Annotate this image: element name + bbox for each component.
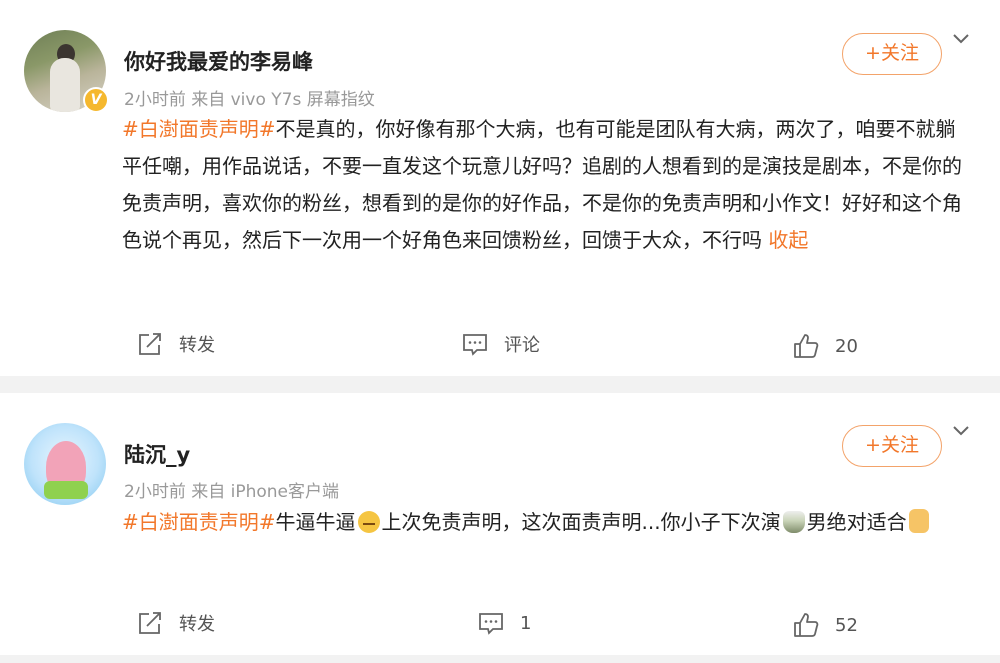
comment-icon <box>463 334 487 356</box>
chevron-down-icon[interactable] <box>950 420 972 442</box>
hashtag-link[interactable]: #白澍面责声明# <box>122 117 276 141</box>
smirk-emoji <box>357 511 380 533</box>
post-separator <box>0 655 1000 663</box>
post-separator <box>0 376 1000 393</box>
comment-icon <box>479 613 503 635</box>
repost-icon <box>139 612 161 634</box>
username[interactable]: 你好我最爱的李易峰 <box>124 46 313 76</box>
chevron-down-icon[interactable] <box>950 28 972 50</box>
like-button[interactable]: 20 <box>793 333 858 359</box>
comment-count: 1 <box>520 612 532 634</box>
post-meta: 2小时前 来自 vivo Y7s 屏幕指纹 <box>124 90 375 110</box>
avatar-figure <box>50 58 80 112</box>
post-text: #白澍面责声明#不是真的，你好像有那个大病，也有可能是团队有大病，两次了，咱要不… <box>122 111 972 259</box>
like-count: 20 <box>835 335 858 357</box>
collapse-link[interactable]: 收起 <box>768 228 808 252</box>
repost-button[interactable]: 转发 <box>137 610 215 636</box>
post-text: #白澍面责声明#牛逼牛逼 上次免责声明，这次面责声明...你小子下次演 男绝对适合 <box>122 504 972 541</box>
comment-button[interactable]: 评论 <box>462 331 540 357</box>
repost-label: 转发 <box>179 614 215 635</box>
post-meta: 2小时前 来自 iPhone客户端 <box>124 482 340 502</box>
repost-button[interactable]: 转发 <box>137 331 215 357</box>
repost-icon <box>139 333 161 355</box>
username[interactable]: 陆沉_y <box>124 439 190 469</box>
verified-badge: V <box>83 87 109 113</box>
like-count: 52 <box>835 614 858 636</box>
repost-label: 转发 <box>179 335 215 356</box>
hashtag-link[interactable]: #白澍面责声明# <box>122 510 276 534</box>
comment-label: 评论 <box>504 335 540 356</box>
like-icon <box>794 613 819 637</box>
avatar-figure-pants <box>44 481 88 499</box>
comment-button[interactable]: 1 <box>478 610 531 636</box>
like-icon <box>794 334 819 358</box>
like-button[interactable]: 52 <box>793 612 858 638</box>
post-body-b: 上次免责声明，这次面责声明...你小子下次演 <box>381 510 781 534</box>
follow-button[interactable]: +关注 <box>842 425 942 467</box>
avatar[interactable] <box>24 423 106 505</box>
follow-button[interactable]: +关注 <box>842 33 942 75</box>
thumbs-up-emoji <box>908 509 929 533</box>
tea-emoji <box>782 511 805 533</box>
post-card: V 你好我最爱的李易峰 2小时前 来自 vivo Y7s 屏幕指纹 +关注 #白… <box>0 0 1000 376</box>
post-body-a: 牛逼牛逼 <box>275 510 356 534</box>
post-body-c: 男绝对适合 <box>806 510 907 534</box>
